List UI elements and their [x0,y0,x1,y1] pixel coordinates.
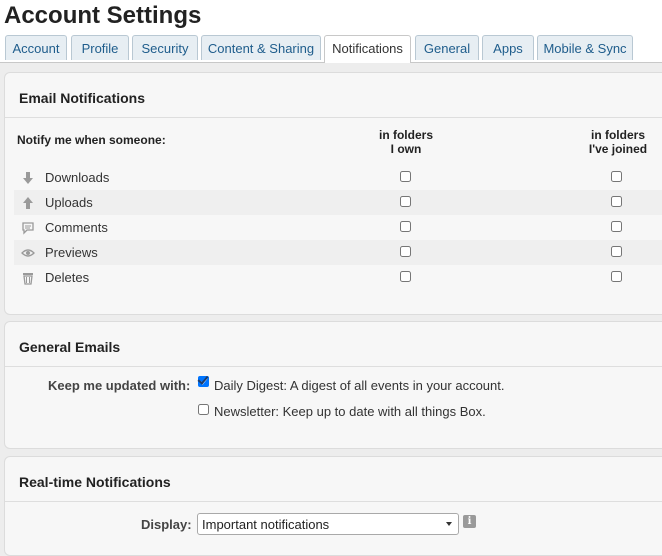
tab-security[interactable]: Security [132,35,198,60]
column-header-joined-line2: I've joined [588,142,648,156]
tab-profile[interactable]: Profile [71,35,129,60]
tab-content-sharing[interactable]: Content & Sharing [201,35,321,60]
download-arrow-icon [23,172,33,184]
notification-row-downloads: Downloads [14,165,662,190]
row-label: Previews [45,245,98,260]
notification-row-deletes: Deletes [14,265,662,290]
email-notifications-title: Email Notifications [19,90,146,106]
tab-apps[interactable]: Apps [482,35,534,60]
display-select[interactable]: Important notifications [197,513,459,535]
column-header-joined: in folders I've joined [578,128,658,156]
notification-row-comments: Comments [14,215,662,240]
display-label: Display: [141,517,192,532]
column-header-joined-line1: in folders [590,128,645,142]
realtime-notifications-panel: Real-time Notifications [4,456,662,556]
downloads-joined-checkbox[interactable] [611,171,622,182]
daily-digest-checkbox[interactable] [198,376,209,387]
deletes-joined-checkbox[interactable] [611,271,622,282]
display-select-value: Important notifications [202,517,330,532]
trash-icon [23,273,33,285]
previews-own-checkbox[interactable] [400,246,411,257]
header: Account Settings Account Profile Securit… [0,0,662,63]
tab-general[interactable]: General [415,35,479,60]
eye-icon [21,249,35,257]
divider [5,366,662,367]
comment-icon [22,222,34,235]
row-label: Uploads [45,195,93,210]
uploads-joined-checkbox[interactable] [611,196,622,207]
divider [5,117,662,118]
downloads-own-checkbox[interactable] [400,171,411,182]
row-label: Downloads [45,170,110,185]
newsletter-label: Newsletter: Keep up to date with all thi… [214,404,486,419]
tab-account[interactable]: Account [5,35,67,60]
column-header-own-line1: in folders [378,128,433,142]
keep-me-updated-label: Keep me updated with: [48,378,191,393]
realtime-notifications-title: Real-time Notifications [19,474,171,490]
chevron-down-icon [446,522,452,526]
column-header-own: in folders I own [366,128,446,156]
previews-joined-checkbox[interactable] [611,246,622,257]
uploads-own-checkbox[interactable] [400,196,411,207]
upload-arrow-icon [23,197,33,209]
comments-own-checkbox[interactable] [400,221,411,232]
row-label: Deletes [45,270,90,285]
row-label: Comments [45,220,108,235]
notification-row-uploads: Uploads [14,190,662,215]
comments-joined-checkbox[interactable] [611,221,622,232]
daily-digest-label: Daily Digest: A digest of all events in … [214,378,505,393]
notification-row-previews: Previews [14,240,662,265]
newsletter-checkbox[interactable] [198,404,209,415]
notify-me-label: Notify me when someone: [17,133,166,147]
deletes-own-checkbox[interactable] [400,271,411,282]
tab-notifications[interactable]: Notifications [324,35,411,63]
page-title: Account Settings [4,2,202,29]
info-icon[interactable]: i [463,515,476,528]
general-emails-title: General Emails [19,339,121,355]
tab-mobile-sync[interactable]: Mobile & Sync [537,35,633,60]
column-header-own-line2: I own [390,142,422,156]
divider [5,501,662,502]
